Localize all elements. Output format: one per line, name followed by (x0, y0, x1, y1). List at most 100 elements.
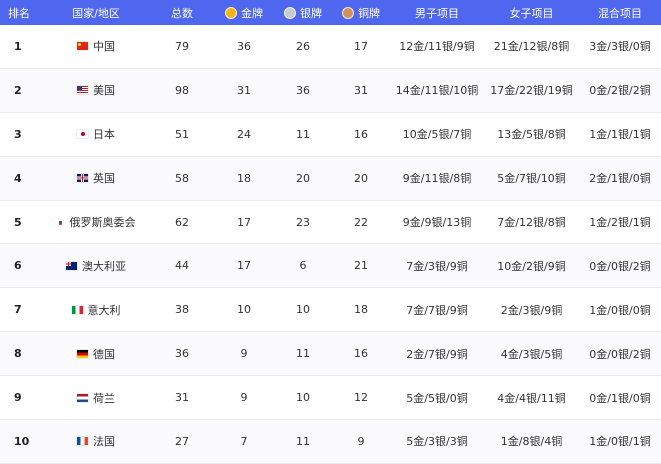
rank-cell: 2 (14, 83, 22, 97)
flag-icon (77, 437, 88, 446)
country-cell: 日本 (42, 126, 150, 142)
country-cell: 俄罗斯奥委会 (42, 214, 150, 230)
men-cell: 14金/11银/10铜 (395, 84, 479, 98)
men-cell: 7金/3银/9铜 (406, 259, 468, 273)
flag-icon (77, 42, 88, 51)
country-name: 俄罗斯奥委会 (69, 216, 136, 229)
country-cell: 法国 (42, 433, 150, 449)
bronze-cell: 22 (354, 215, 368, 229)
flag-icon (77, 393, 88, 402)
silver-cell: 11 (296, 434, 310, 448)
table-row[interactable]: 4 英国 58 18 20 20 9金/11银/8铜 5金/7银/10铜 2金/1银/0铜 (0, 156, 661, 201)
bronze-cell: 16 (354, 347, 368, 361)
rank-cell: 6 (14, 259, 22, 273)
women-cell: 10金/2银/9铜 (497, 259, 566, 273)
table-row[interactable]: 5 俄罗斯奥委会 62 17 23 22 9金/9银/13铜 7金/12银/8铜 1金/2银/1… (0, 200, 661, 245)
total-cell: 27 (175, 434, 189, 448)
table-row[interactable]: 7 意大利 38 10 10 18 7金/7银/9铜 2金/3银/9铜 1金/0银/0铜 (0, 288, 661, 333)
women-cell: 13金/5银/8铜 (497, 128, 566, 142)
table-row[interactable]: 8 德国 36 9 11 16 2金/7银/9铜 4金/3银/5铜 0金/0银/2铜 (0, 332, 661, 377)
women-cell: 1金/8银/4铜 (500, 435, 563, 449)
total-cell: 58 (175, 171, 189, 185)
rank-cell: 4 (14, 171, 22, 185)
men-cell: 9金/11银/8铜 (402, 172, 472, 186)
men-cell: 5金/3银/3铜 (406, 435, 468, 449)
total-cell: 98 (175, 83, 189, 97)
bronze-cell: 17 (354, 39, 368, 53)
men-cell: 2金/7银/9铜 (406, 347, 468, 361)
total-cell: 62 (175, 215, 189, 229)
table-row[interactable]: 6 澳大利亚 44 17 6 21 7金/3银/9铜 10金/2银/9铜 0金/0银/2铜 (0, 244, 661, 289)
total-cell: 51 (175, 127, 189, 141)
table-row[interactable]: 10 法国 27 7 11 9 5金/3银/3铜 1金/8银/4铜 1金/0银/1铜 (0, 420, 661, 464)
header-mixed[interactable]: 混合项目 (579, 5, 661, 21)
rank-cell: 1 (14, 39, 22, 53)
men-cell: 12金/11银/9铜 (399, 40, 475, 54)
table-row[interactable]: 9 荷兰 31 9 10 12 5金/5银/0铜 4金/4银/11铜 0金/1银/0铜 (0, 376, 661, 421)
rank-cell: 7 (14, 303, 22, 317)
header-silver[interactable]: 银牌 (274, 5, 332, 21)
silver-medal-icon (284, 6, 296, 19)
men-cell: 10金/5银/7铜 (402, 128, 472, 142)
table-row[interactable]: 3 日本 51 24 11 16 10金/5银/7铜 13金/5银/8铜 1金/1银/1铜 (0, 112, 661, 157)
gold-cell: 18 (237, 171, 251, 185)
header-silver-label: 银牌 (300, 6, 322, 20)
mixed-cell: 1金/1银/1铜 (589, 128, 651, 142)
total-cell: 31 (175, 391, 189, 405)
women-cell: 5金/7银/10铜 (497, 172, 566, 186)
mixed-cell: 3金/3银/0铜 (589, 40, 651, 54)
bronze-cell: 20 (354, 171, 368, 185)
women-cell: 21金/12银/8铜 (493, 40, 570, 54)
header-bronze-label: 铜牌 (358, 6, 380, 20)
country-cell: 美国 (42, 82, 150, 98)
country-name: 中国 (93, 40, 115, 54)
bronze-cell: 12 (354, 391, 368, 405)
country-name: 德国 (93, 347, 115, 361)
table-row[interactable]: 2 美国 98 31 36 31 14金/11银/10铜 17金/22银/19铜 0金/2银/2… (0, 68, 661, 113)
gold-cell: 36 (237, 39, 251, 53)
header-total[interactable]: 总数 (150, 5, 214, 21)
header-gold-label: 金牌 (241, 6, 263, 20)
bronze-cell: 31 (354, 83, 368, 97)
country-name: 澳大利亚 (82, 259, 126, 273)
country-cell: 英国 (42, 170, 150, 186)
country-name: 荷兰 (93, 391, 115, 405)
men-cell: 7金/7银/9铜 (406, 303, 468, 317)
gold-cell: 10 (237, 303, 251, 317)
header-country[interactable]: 国家/地区 (42, 5, 150, 21)
total-cell: 44 (175, 259, 189, 273)
gold-medal-icon (225, 6, 237, 19)
table-row[interactable]: 1 中国 79 36 26 17 12金/11银/9铜 21金/12银/8铜 3金/3银/0铜 (0, 25, 661, 69)
bronze-cell: 18 (354, 303, 368, 317)
flag-icon (77, 349, 88, 358)
men-cell: 5金/5银/0铜 (406, 391, 468, 405)
country-cell: 德国 (42, 346, 150, 362)
header-men[interactable]: 男子项目 (390, 5, 484, 21)
silver-cell: 23 (296, 215, 310, 229)
country-name: 法国 (93, 435, 115, 449)
silver-cell: 36 (296, 83, 310, 97)
bronze-medal-icon (342, 6, 354, 19)
rank-cell: 10 (14, 434, 30, 448)
country-cell: 荷兰 (42, 390, 150, 406)
country-cell: 中国 (42, 38, 150, 54)
flag-icon (57, 218, 65, 226)
country-name: 意大利 (87, 303, 121, 317)
mixed-cell: 0金/0银/2铜 (589, 259, 651, 273)
silver-cell: 11 (296, 127, 310, 141)
header-gold[interactable]: 金牌 (214, 5, 274, 21)
total-cell: 38 (175, 303, 189, 317)
women-cell: 4金/4银/11铜 (497, 391, 566, 405)
flag-icon (66, 261, 77, 270)
rank-cell: 9 (14, 391, 22, 405)
total-cell: 36 (175, 347, 189, 361)
header-bronze[interactable]: 铜牌 (332, 5, 390, 21)
mixed-cell: 1金/0银/0铜 (589, 303, 651, 317)
mixed-cell: 2金/1银/0铜 (589, 172, 651, 186)
bronze-cell: 9 (357, 434, 365, 448)
header-rank[interactable]: 排名 (0, 5, 42, 21)
country-cell: 意大利 (42, 302, 150, 318)
header-women[interactable]: 女子项目 (484, 5, 579, 21)
total-cell: 79 (175, 39, 189, 53)
silver-cell: 11 (296, 347, 310, 361)
